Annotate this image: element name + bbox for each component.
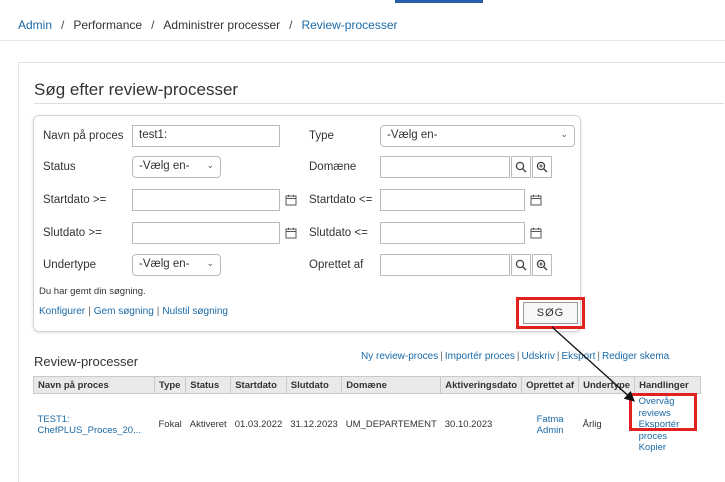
startdate-to-label: Startdato <=	[309, 194, 373, 206]
domain-label: Domæne	[309, 161, 357, 173]
created-by-link[interactable]: Fatma	[526, 414, 575, 425]
breadcrumb-performance[interactable]: Performance	[73, 18, 142, 32]
configure-link[interactable]: Konfigurer	[39, 306, 85, 317]
results-title: Review-processer	[34, 354, 139, 369]
breadcrumb-separator: /	[151, 18, 155, 32]
breadcrumb-separator: /	[289, 18, 293, 32]
actions-highlight	[629, 393, 697, 431]
calendar-icon[interactable]	[526, 189, 546, 211]
type-cell: Fokal	[158, 419, 182, 431]
save-search-link[interactable]: Gem søgning	[94, 306, 154, 317]
link-separator: |	[156, 306, 160, 317]
column-header[interactable]: Aktiveringsdato	[440, 376, 523, 394]
breadcrumb-divider	[0, 40, 725, 41]
table-row: TEST1: ChefPLUS_Proces_20... Fokal Aktiv…	[34, 394, 701, 456]
subtype-cell: Årlig	[582, 419, 602, 431]
startdate-from-label: Startdato >=	[43, 194, 107, 206]
column-header[interactable]: Navn på proces	[33, 376, 155, 394]
start-date-cell: 01.03.2022	[234, 419, 283, 431]
status-select-value: -Vælg en-	[139, 160, 190, 172]
startdate-to-input[interactable]	[380, 189, 525, 211]
breadcrumb-separator: /	[61, 18, 65, 32]
print-link[interactable]: Udskriv	[522, 351, 555, 362]
type-select[interactable]: -Vælg en- ⌄	[380, 125, 575, 147]
edit-schema-link[interactable]: Rediger skema	[602, 351, 669, 362]
link-separator: |	[597, 351, 600, 362]
column-header[interactable]: Type	[153, 376, 187, 394]
domain-input[interactable]	[380, 156, 510, 178]
saved-search-message: Du har gemt din søgning.	[39, 286, 146, 297]
column-header[interactable]: Handlinger	[634, 376, 702, 394]
subtype-select-value: -Vælg en-	[139, 258, 190, 270]
column-header[interactable]: Oprettet af	[521, 376, 580, 394]
enddate-from-input[interactable]	[132, 222, 280, 244]
subtype-label: Undertype	[43, 259, 97, 271]
calendar-icon[interactable]	[281, 222, 301, 244]
search-icon[interactable]	[511, 254, 531, 276]
created-by-link[interactable]: Admin	[526, 425, 575, 436]
chevron-down-icon: ⌄	[206, 258, 214, 268]
chevron-down-icon: ⌄	[206, 160, 214, 170]
link-separator: |	[88, 306, 91, 317]
breadcrumb-manage-processes[interactable]: Administrer processer	[163, 18, 280, 32]
status-label: Status	[43, 161, 76, 173]
process-name-link[interactable]: TEST1:	[38, 414, 151, 425]
breadcrumb-admin[interactable]: Admin	[18, 18, 52, 32]
calendar-icon[interactable]	[526, 222, 546, 244]
link-separator: |	[440, 351, 443, 362]
search-button[interactable]: SØG	[523, 302, 578, 324]
created-by-input[interactable]	[380, 254, 510, 276]
process-name-label: Navn på proces	[43, 130, 124, 142]
new-review-process-link[interactable]: Ny review-proces	[361, 351, 438, 362]
chevron-down-icon: ⌄	[560, 129, 568, 139]
process-name-link[interactable]: ChefPLUS_Proces_20...	[38, 425, 151, 436]
type-select-value: -Vælg en-	[387, 129, 438, 141]
breadcrumb-review-processes[interactable]: Review-processer	[301, 18, 397, 32]
results-actions: Ny review-proces | Importér proces | Udskriv…	[361, 351, 669, 362]
active-tab-indicator	[395, 0, 483, 3]
breadcrumb: Admin / Performance / Administrer proces…	[18, 14, 397, 36]
column-header[interactable]: Startdato	[230, 376, 287, 394]
search-links: Konfigurer | Gem søgning | Nulstil søgning	[39, 306, 228, 317]
process-name-input[interactable]: test1:	[132, 125, 280, 147]
subtype-select[interactable]: -Vælg en- ⌄	[132, 254, 221, 276]
reset-search-link[interactable]: Nulstil søgning	[162, 306, 228, 317]
column-header[interactable]: Undertype	[578, 376, 636, 394]
link-separator: |	[516, 351, 520, 362]
zoom-in-icon[interactable]	[532, 254, 552, 276]
column-header[interactable]: Status	[185, 376, 232, 394]
created-by-cell: Fatma Admin	[522, 394, 579, 456]
column-header[interactable]: Slutdato	[285, 376, 343, 394]
type-label: Type	[309, 130, 334, 142]
enddate-from-label: Slutdato >=	[43, 227, 102, 239]
copy-link[interactable]: Kopier	[639, 442, 697, 454]
title-divider	[34, 103, 724, 104]
search-icon[interactable]	[511, 156, 531, 178]
end-date-cell: 31.12.2023	[290, 419, 338, 431]
column-header[interactable]: Domæne	[341, 376, 442, 394]
enddate-to-input[interactable]	[380, 222, 525, 244]
export-link[interactable]: Eksport	[561, 351, 595, 362]
table-header-row: Navn på proces Type Status Startdato Slu…	[33, 376, 702, 394]
link-separator: |	[556, 351, 560, 362]
status-select[interactable]: -Vælg en- ⌄	[132, 156, 221, 178]
activation-date-cell: 30.10.2023	[444, 419, 493, 431]
import-process-link[interactable]: Importér proces	[445, 351, 515, 362]
page-title: Søg efter review-processer	[34, 80, 239, 99]
status-cell: Aktiveret	[189, 419, 227, 431]
domain-cell: UM_DEPARTEMENT	[345, 419, 437, 431]
startdate-from-input[interactable]	[132, 189, 280, 211]
results-table: Navn på proces Type Status Startdato Slu…	[33, 376, 702, 456]
calendar-icon[interactable]	[281, 189, 301, 211]
created-by-label: Oprettet af	[309, 259, 364, 271]
zoom-in-icon[interactable]	[532, 156, 552, 178]
process-name-cell[interactable]: TEST1: ChefPLUS_Proces_20...	[34, 394, 155, 456]
enddate-to-label: Slutdato <=	[309, 227, 368, 239]
